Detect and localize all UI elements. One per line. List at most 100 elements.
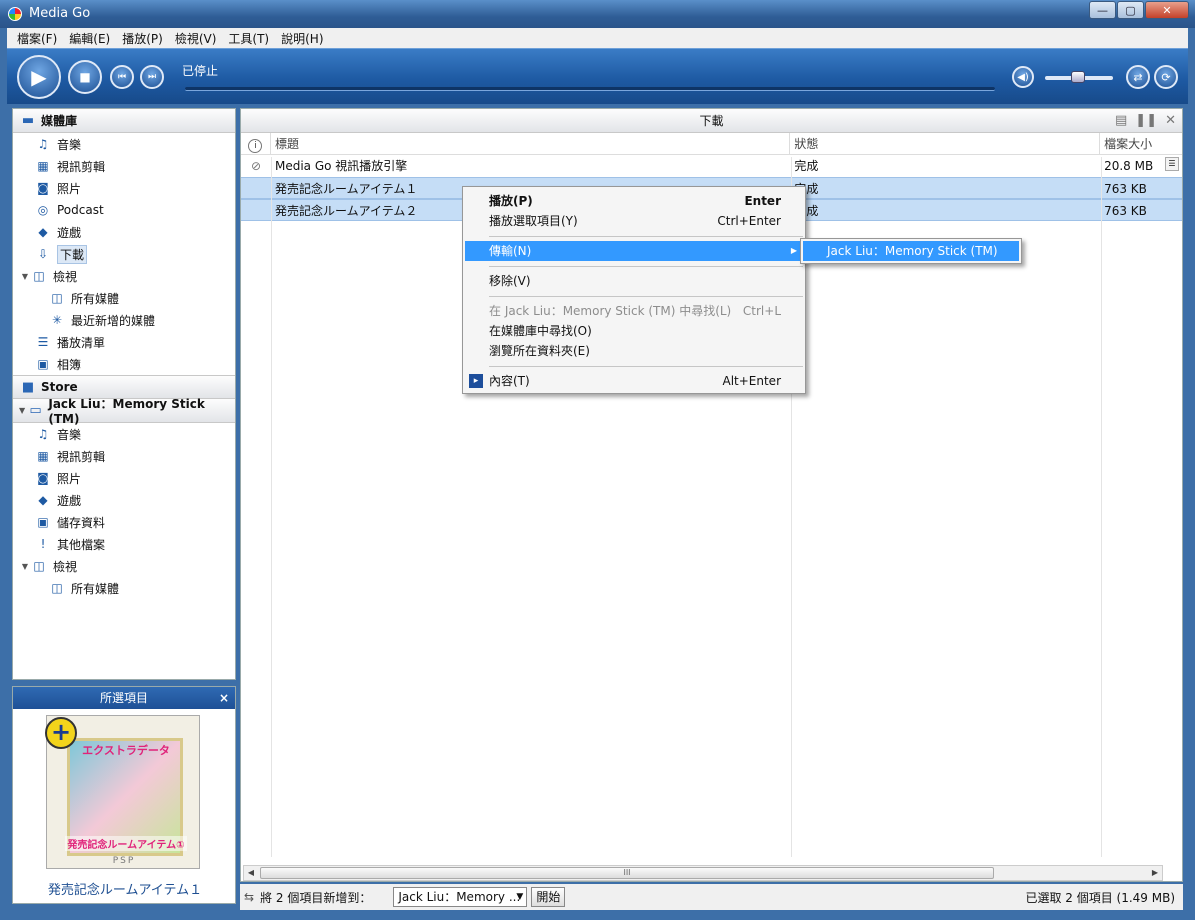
device-item-views[interactable]: ▼ ◫ 檢視	[13, 555, 235, 577]
sidebar-item-label: 照片	[57, 181, 82, 196]
device-item-all-media[interactable]: ◫ 所有媒體	[13, 577, 235, 599]
sidebar-item-label: 音樂	[57, 137, 82, 152]
stop-button[interactable]: ■	[68, 60, 102, 94]
sidebar-item-recent-media[interactable]: ✳ 最近新增的媒體	[13, 309, 235, 331]
selected-items-pane: 所選項目 × エクストラデータ 発売記念ルームアイテム① PSP + 発売記念ル…	[12, 686, 236, 904]
stop-icon: ■	[79, 70, 91, 84]
info-column-header[interactable]: i	[241, 133, 271, 154]
sidebar-item-all-media[interactable]: ◫ 所有媒體	[13, 287, 235, 309]
menu-item-remove[interactable]: 移除(V)	[465, 271, 803, 291]
device-header[interactable]: ▼ ▭ Jack Liu：Memory Stick (TM)	[13, 397, 235, 426]
title-column-header[interactable]: 標題	[271, 133, 791, 154]
menu-item-find-in-library[interactable]: 在媒體庫中尋找(O)	[465, 321, 803, 341]
shortcut: Ctrl+L	[742, 304, 781, 318]
start-button[interactable]: 開始	[531, 887, 566, 907]
device-item-saved-data[interactable]: ▣ 儲存資料	[13, 511, 235, 533]
device-item-music[interactable]: ♫ 音樂	[13, 423, 235, 445]
library-header-label: 媒體庫	[41, 114, 78, 128]
scroll-right-icon[interactable]: ▶	[1148, 866, 1162, 880]
pause-icon[interactable]: ❚❚	[1135, 109, 1157, 133]
shortcut: Ctrl+Enter	[717, 214, 781, 228]
volume-icon[interactable]: ◀)	[1012, 66, 1034, 88]
cancel-icon[interactable]: ✕	[1165, 109, 1176, 133]
previous-button[interactable]: ⏮	[110, 65, 134, 89]
horizontal-scrollbar[interactable]: ◀ III ▶	[243, 865, 1163, 881]
table-row[interactable]: ⊘ Media Go 視訊播放引擎 完成 20.8 MB	[241, 155, 1182, 177]
play-button[interactable]: ▶	[17, 55, 61, 99]
sidebar-item-games[interactable]: ◆ 遊戲	[13, 221, 235, 243]
seek-bar[interactable]	[185, 87, 995, 91]
clear-list-icon[interactable]: ▤	[1115, 109, 1127, 133]
sidebar-item-playlists[interactable]: ☰ 播放清單	[13, 331, 235, 353]
shuffle-icon[interactable]: ⟳	[1154, 65, 1178, 89]
row-size: 763 KB	[1104, 204, 1147, 218]
sidebar-item-label: 音樂	[57, 427, 82, 442]
menu-tools[interactable]: 工具(T)	[222, 30, 275, 47]
menu-item-browse-folder[interactable]: 瀏覽所在資料夾(E)	[465, 341, 803, 361]
menu-help[interactable]: 說明(H)	[275, 30, 329, 47]
library-header[interactable]: ▬ 媒體庫	[13, 109, 235, 133]
close-button[interactable]: ✕	[1145, 1, 1189, 19]
next-button[interactable]: ⏭	[140, 65, 164, 89]
camera-icon: ◙	[37, 181, 49, 195]
repeat-icon[interactable]: ⇄	[1126, 65, 1150, 89]
media-icon: ◫	[51, 581, 63, 595]
target-device-value: Jack Liu：Memory ...	[398, 890, 521, 904]
target-device-select[interactable]: Jack Liu：Memory ... ▼	[393, 887, 528, 907]
properties-icon: ▸	[469, 374, 483, 388]
menu-item-play-selected[interactable]: 播放選取項目(Y) Ctrl+Enter	[465, 211, 803, 231]
device-item-other-files[interactable]: ! 其他檔案	[13, 533, 235, 555]
menu-play[interactable]: 播放(P)	[116, 30, 169, 47]
device-item-video[interactable]: ▦ 視訊剪輯	[13, 445, 235, 467]
maximize-button[interactable]: ▢	[1117, 1, 1144, 19]
scroll-left-icon[interactable]: ◀	[244, 866, 258, 880]
sidebar-item-music[interactable]: ♫ 音樂	[13, 133, 235, 155]
playlist-icon: ☰	[37, 335, 49, 349]
menu-edit[interactable]: 編輯(E)	[63, 30, 116, 47]
sidebar-item-label: 下載	[57, 244, 88, 264]
status-column-header[interactable]: 狀態	[790, 133, 1101, 154]
plus-icon: +	[45, 717, 77, 749]
album-icon: ▣	[37, 357, 49, 371]
menu-item-transfer[interactable]: 傳輸(N) ▶	[465, 241, 803, 261]
sidebar-item-label: 照片	[57, 471, 82, 486]
menu-view[interactable]: 檢視(V)	[169, 30, 223, 47]
sparkle-icon: ✳	[51, 313, 63, 327]
sidebar-item-downloads[interactable]: ⇩ 下載	[13, 243, 235, 265]
device-item-photos[interactable]: ◙ 照片	[13, 467, 235, 489]
menu-item-properties[interactable]: ▸ 內容(T) Alt+Enter	[465, 371, 803, 391]
gamepad-icon: ◆	[38, 493, 48, 507]
playback-status: 已停止	[182, 64, 219, 78]
menu-bar: 檔案(F) 編輯(E) 播放(P) 檢視(V) 工具(T) 說明(H)	[7, 28, 1188, 48]
sidebar-item-video[interactable]: ▦ 視訊剪輯	[13, 155, 235, 177]
selected-item-caption: 発売記念ルームアイテム１	[47, 883, 203, 898]
menu-item-play[interactable]: 播放(P) Enter	[465, 191, 803, 211]
sidebar-item-label: 儲存資料	[57, 515, 106, 530]
minimize-button[interactable]: —	[1089, 1, 1116, 19]
close-icon[interactable]: ×	[219, 687, 229, 709]
sidebar-item-views[interactable]: ▼ ◫ 檢視	[13, 265, 235, 287]
expand-arrow-icon[interactable]: ▼	[19, 272, 31, 281]
title-bar: Media Go — ▢ ✕	[0, 0, 1195, 28]
expand-arrow-icon[interactable]: ▼	[19, 406, 29, 415]
sidebar-item-albums[interactable]: ▣ 相簿	[13, 353, 235, 375]
device-item-games[interactable]: ◆ 遊戲	[13, 489, 235, 511]
menu-separator	[489, 236, 803, 237]
row-size: 763 KB	[1104, 182, 1147, 196]
sidebar-item-photos[interactable]: ◙ 照片	[13, 177, 235, 199]
volume-slider-thumb[interactable]	[1071, 71, 1085, 83]
scrollbar-thumb[interactable]: III	[260, 867, 994, 879]
media-icon: ◫	[51, 291, 63, 305]
sidebar-item-label: Podcast	[57, 203, 104, 217]
sidebar-item-podcast[interactable]: ◎ Podcast	[13, 199, 235, 221]
size-column-header[interactable]: 檔案大小	[1100, 133, 1182, 154]
expand-arrow-icon[interactable]: ▼	[19, 562, 31, 571]
submenu-item-memory-stick[interactable]: Jack Liu：Memory Stick (TM)	[803, 241, 1019, 261]
menu-file[interactable]: 檔案(F)	[11, 30, 63, 47]
previous-icon: ⏮	[117, 72, 127, 82]
menu-separator	[489, 366, 803, 367]
music-icon: ♫	[37, 427, 49, 441]
shopping-bag-icon: ■	[21, 379, 35, 395]
column-chooser-icon[interactable]: ☰	[1165, 157, 1179, 171]
context-menu: 播放(P) Enter 播放選取項目(Y) Ctrl+Enter 傳輸(N) ▶…	[462, 186, 806, 394]
